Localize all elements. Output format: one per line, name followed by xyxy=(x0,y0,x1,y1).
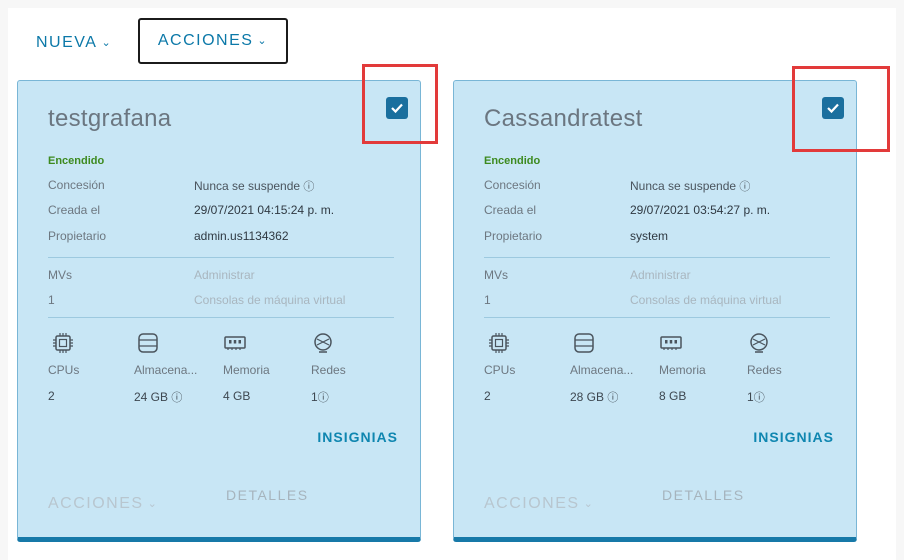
divider xyxy=(48,257,394,258)
consolas-link[interactable]: Consolas de máquina virtual xyxy=(630,293,781,307)
propietario-label: Propietario xyxy=(484,229,543,243)
card-title: Cassandratest xyxy=(484,105,643,132)
concesion-value: Nunca se suspende ⓘ xyxy=(194,179,315,193)
network-icon xyxy=(314,333,332,353)
info-icon[interactable]: ⓘ xyxy=(607,392,618,404)
chevron-down-icon: ⌄ xyxy=(147,498,159,510)
storage-icon xyxy=(138,333,158,353)
info-icon[interactable]: ⓘ xyxy=(739,181,750,193)
memoria-label: Memoria xyxy=(659,363,706,377)
acciones-label: ACCIONES xyxy=(157,32,254,49)
almacenamiento-value: 24 GB ⓘ xyxy=(134,390,183,404)
chevron-down-icon: ⌄ xyxy=(583,498,595,510)
card-acciones-label: ACCIONES xyxy=(484,495,580,512)
mvs-label: MVs xyxy=(484,268,508,282)
info-icon[interactable]: ⓘ xyxy=(303,181,314,193)
creada-value: 29/07/2021 04:15:24 p. m. xyxy=(194,203,335,217)
creada-label: Creada el xyxy=(48,203,101,217)
divider xyxy=(484,257,830,258)
propietario-label: Propietario xyxy=(48,229,107,243)
cpus-label: CPUs xyxy=(484,363,516,377)
almacenamiento-label: Almacena... xyxy=(134,363,198,377)
cpus-value: 2 xyxy=(48,389,55,403)
memory-icon xyxy=(660,336,682,350)
highlight-box xyxy=(362,64,438,144)
cpu-icon xyxy=(53,333,73,353)
divider xyxy=(48,317,394,318)
info-icon[interactable]: ⓘ xyxy=(171,392,182,404)
detalles-button[interactable]: DETALLES xyxy=(662,487,745,503)
redes-value: 1ⓘ xyxy=(747,390,765,404)
mvs-count: 1 xyxy=(484,293,491,307)
concesion-value: Nunca se suspende ⓘ xyxy=(630,179,751,193)
redes-value: 1ⓘ xyxy=(311,390,329,404)
redes-label: Redes xyxy=(747,363,782,377)
nueva-label: NUEVA xyxy=(36,34,98,51)
creada-value: 29/07/2021 03:54:27 p. m. xyxy=(630,203,771,217)
info-icon[interactable]: ⓘ xyxy=(318,392,329,404)
almacenamiento-value: 28 GB ⓘ xyxy=(570,390,619,404)
chevron-down-icon: ⌄ xyxy=(257,34,269,47)
memory-icon xyxy=(224,336,246,350)
insignias-link[interactable]: INSIGNIAS xyxy=(753,429,834,445)
detalles-button[interactable]: DETALLES xyxy=(226,487,309,503)
nueva-dropdown-button[interactable]: NUEVA ⌄ xyxy=(36,34,112,52)
mvs-label: MVs xyxy=(48,268,72,282)
memoria-value: 4 GB xyxy=(223,389,251,403)
network-icon xyxy=(750,333,768,353)
administrar-link[interactable]: Administrar xyxy=(630,268,691,282)
highlight-box xyxy=(792,66,890,152)
card-acciones-button[interactable]: ACCIONES ⌄ xyxy=(484,495,594,513)
redes-label: Redes xyxy=(311,363,346,377)
vapp-card[interactable]: testgrafana Encendido Concesión Nunca se… xyxy=(17,80,421,542)
administrar-link[interactable]: Administrar xyxy=(194,268,255,282)
storage-icon xyxy=(574,333,594,353)
chevron-down-icon: ⌄ xyxy=(101,37,113,49)
divider xyxy=(484,317,830,318)
card-acciones-label: ACCIONES xyxy=(48,495,144,512)
card-title: testgrafana xyxy=(48,105,172,132)
info-icon[interactable]: ⓘ xyxy=(754,392,765,404)
status-label: Encendido xyxy=(484,155,541,167)
creada-label: Creada el xyxy=(484,203,537,217)
memoria-value: 8 GB xyxy=(659,389,687,403)
memoria-label: Memoria xyxy=(223,363,270,377)
cpu-icon xyxy=(489,333,509,353)
consolas-link[interactable]: Consolas de máquina virtual xyxy=(194,293,345,307)
propietario-value: admin.us1134362 xyxy=(194,229,289,243)
acciones-dropdown-button[interactable]: ACCIONES ⌄ xyxy=(138,18,288,64)
insignias-link[interactable]: INSIGNIAS xyxy=(317,429,398,445)
card-acciones-button[interactable]: ACCIONES ⌄ xyxy=(48,495,158,513)
concesion-label: Concesión xyxy=(484,178,541,192)
propietario-value: system xyxy=(630,229,669,243)
mvs-count: 1 xyxy=(48,293,55,307)
cpus-value: 2 xyxy=(484,389,491,403)
status-label: Encendido xyxy=(48,155,105,167)
cpus-label: CPUs xyxy=(48,363,80,377)
almacenamiento-label: Almacena... xyxy=(570,363,634,377)
concesion-label: Concesión xyxy=(48,178,105,192)
